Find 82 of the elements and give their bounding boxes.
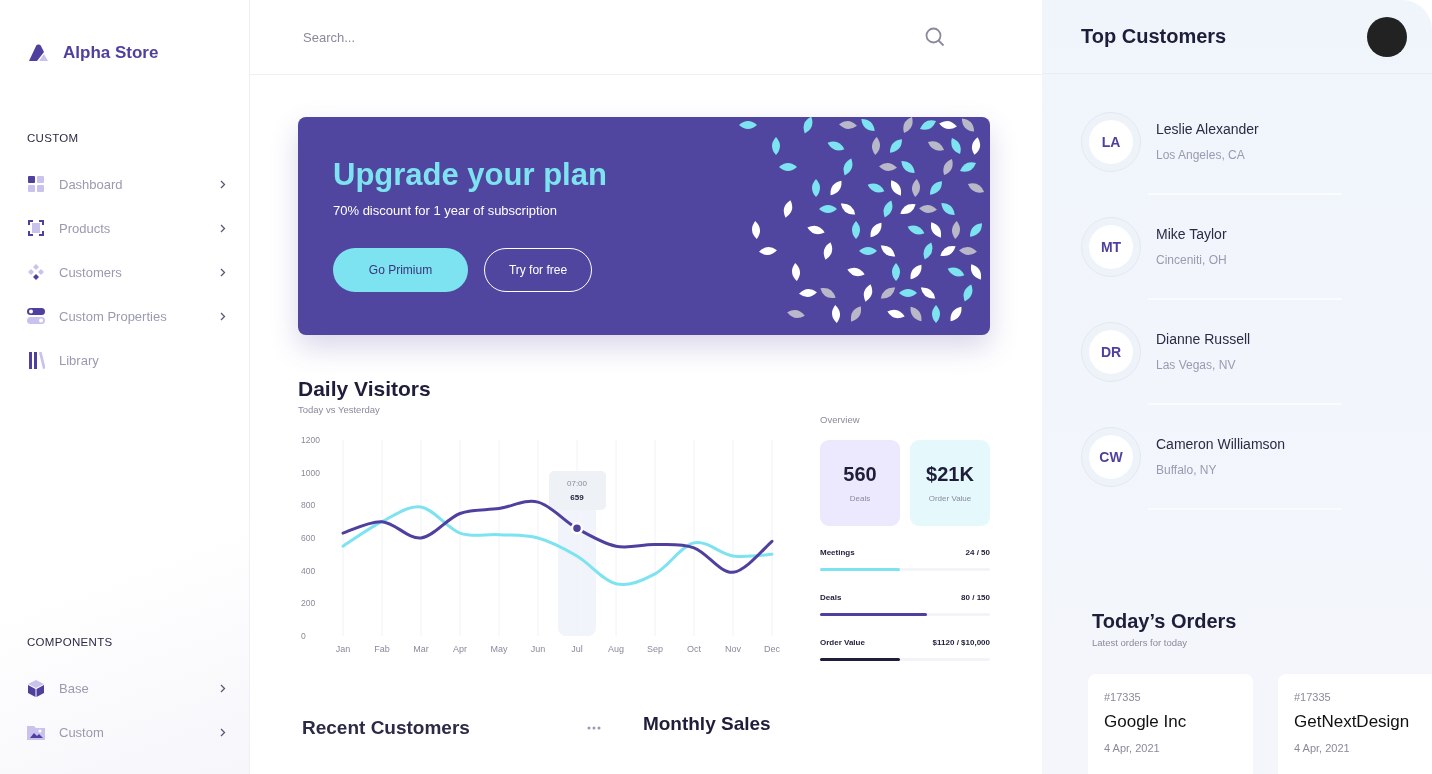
stat-label: Order Value bbox=[928, 494, 972, 503]
cube-icon bbox=[27, 679, 45, 697]
progress-label: Meetings bbox=[820, 548, 855, 557]
section-subtitle: Latest orders for today bbox=[1092, 637, 1189, 648]
x-tick-label: Sep bbox=[647, 644, 663, 654]
progress-label: Order Value bbox=[820, 638, 865, 647]
logo-icon bbox=[27, 43, 51, 63]
toggle-icon bbox=[27, 307, 45, 325]
customer-name: Leslie Alexander bbox=[1156, 121, 1259, 137]
section-heading: COMPONENTS bbox=[27, 636, 113, 648]
tooltip-time: 07:00 bbox=[567, 479, 587, 488]
customer-row[interactable]: LA Leslie Alexander Los Angeles, CA bbox=[1042, 90, 1432, 193]
diamonds-icon bbox=[27, 263, 45, 281]
x-tick-label: Oct bbox=[687, 644, 701, 654]
initials-avatar: CW bbox=[1081, 426, 1141, 487]
section-title: Monthly Sales bbox=[642, 713, 771, 735]
banner-subtitle: 70% discount for 1 year of subscription bbox=[333, 203, 557, 218]
x-tick-label: Dec bbox=[764, 644, 780, 654]
y-tick-label: 600 bbox=[301, 533, 316, 543]
customer-row[interactable]: CW Cameron Williamson Buffalo, NY bbox=[1042, 405, 1432, 508]
panel-title: Top Customers bbox=[1081, 25, 1227, 48]
order-date: 4 Apr, 2021 bbox=[1294, 742, 1351, 754]
order-company: Google Inc bbox=[1104, 712, 1188, 732]
x-tick-label: Jan bbox=[335, 644, 351, 654]
y-tick-label: 200 bbox=[301, 598, 316, 609]
customer-location: Cinceniti, OH bbox=[1156, 253, 1227, 267]
search-icon[interactable] bbox=[925, 27, 945, 47]
x-tick-label: Apr bbox=[453, 644, 467, 654]
more-icon[interactable] bbox=[586, 726, 601, 730]
stat-value: $21K bbox=[926, 463, 974, 486]
x-tick-label: Mar bbox=[413, 644, 429, 654]
progress-reading: $1120 / $10,000 bbox=[932, 638, 990, 647]
x-tick-label: May bbox=[490, 644, 508, 654]
y-tick-label: 400 bbox=[301, 565, 316, 576]
initials-avatar: DR bbox=[1081, 321, 1141, 382]
order-number: #17335 bbox=[1104, 691, 1142, 703]
brand-name: Alpha Store bbox=[63, 43, 159, 63]
image-folder-icon bbox=[27, 723, 45, 741]
customer-location: Buffalo, NY bbox=[1156, 463, 1218, 477]
chart-subtitle: Today vs Yesterday bbox=[298, 404, 380, 415]
overview-heading: Overview bbox=[820, 414, 860, 425]
section-title: Recent Customers bbox=[302, 717, 470, 739]
search-field[interactable]: Search... bbox=[301, 21, 925, 53]
y-tick-label: 1000 bbox=[301, 467, 320, 478]
chart-title: Daily Visitors bbox=[298, 377, 431, 401]
x-tick-label: Nov bbox=[725, 644, 741, 654]
books-icon bbox=[27, 351, 45, 369]
order-card[interactable]: #17335 GetNextDesign 4 Apr, 2021 bbox=[1278, 674, 1432, 774]
section-title: Today’s Orders bbox=[1092, 610, 1237, 633]
customer-location: Las Vegas, NV bbox=[1156, 358, 1237, 372]
grid-icon bbox=[27, 175, 45, 193]
customer-name: Dianne Russell bbox=[1156, 331, 1251, 347]
stat-label: Deals bbox=[849, 494, 871, 503]
x-tick-label: Aug bbox=[608, 644, 624, 654]
y-tick-label: 0 bbox=[301, 631, 306, 641]
progress-reading: 80 / 150 bbox=[961, 593, 990, 602]
tooltip-value: 659 bbox=[570, 493, 584, 502]
x-tick-label: Jun bbox=[530, 644, 546, 654]
order-company: GetNextDesign bbox=[1294, 712, 1411, 732]
progress-label: Deals bbox=[820, 593, 842, 602]
customer-name: Mike Taylor bbox=[1156, 226, 1227, 242]
initials-avatar: LA bbox=[1081, 111, 1141, 172]
initials-avatar: MT bbox=[1081, 216, 1141, 277]
x-tick-label: Fab bbox=[374, 644, 390, 654]
x-tick-label: Jul bbox=[571, 644, 583, 654]
customer-row[interactable]: MT Mike Taylor Cinceniti, OH bbox=[1042, 195, 1432, 298]
frame-icon bbox=[27, 219, 45, 237]
section-heading: CUSTOM bbox=[27, 132, 79, 144]
user-avatar[interactable] bbox=[1367, 16, 1407, 57]
order-card[interactable]: #17335 Google Inc 4 Apr, 2021 bbox=[1088, 674, 1253, 774]
upgrade-button[interactable]: Go Primium bbox=[333, 248, 468, 292]
y-tick-label: 800 bbox=[301, 500, 316, 511]
order-date: 4 Apr, 2021 bbox=[1104, 742, 1161, 754]
data-point bbox=[570, 522, 584, 535]
order-number: #17335 bbox=[1294, 691, 1332, 703]
progress-reading: 24 / 50 bbox=[965, 548, 990, 557]
stat-value: 560 bbox=[843, 463, 877, 486]
customer-location: Los Angeles, CA bbox=[1156, 148, 1246, 162]
customer-row[interactable]: DR Dianne Russell Las Vegas, NV bbox=[1042, 300, 1432, 403]
banner-title: Upgrade your plan bbox=[333, 157, 607, 193]
customer-name: Cameron Williamson bbox=[1156, 436, 1286, 452]
y-tick-label: 1200 bbox=[301, 435, 320, 445]
